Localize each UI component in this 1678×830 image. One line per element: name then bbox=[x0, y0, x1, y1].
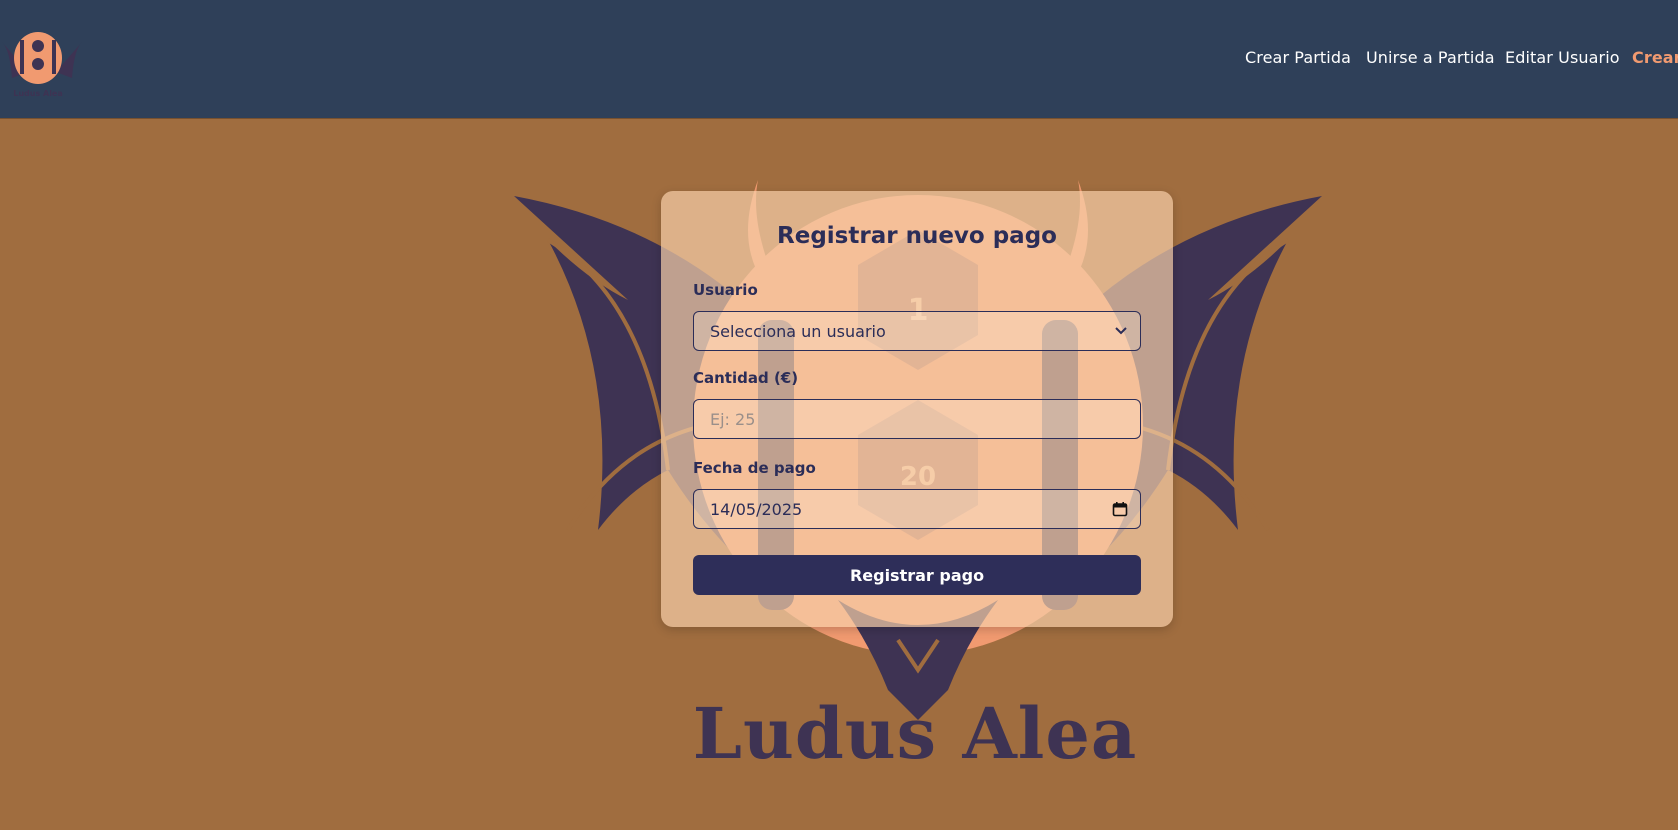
fecha-input[interactable]: 14/05/2025 bbox=[693, 489, 1141, 529]
nav-menu: Crear Partida Unirse a Partida Editar Us… bbox=[0, 0, 1678, 118]
top-navbar: Ludus Alea Crear Partida Unirse a Partid… bbox=[0, 0, 1678, 118]
payment-form-card: Registrar nuevo pago Usuario Selecciona … bbox=[661, 191, 1173, 627]
nav-unirse-partida[interactable]: Unirse a Partida bbox=[1366, 48, 1495, 67]
form-title: Registrar nuevo pago bbox=[777, 223, 1057, 249]
registrar-pago-button[interactable]: Registrar pago bbox=[693, 555, 1141, 595]
nav-editar-usuario[interactable]: Editar Usuario bbox=[1505, 48, 1620, 67]
nav-crear[interactable]: Crear bbox=[1632, 48, 1678, 67]
nav-crear-partida[interactable]: Crear Partida bbox=[1245, 48, 1351, 67]
cantidad-input[interactable]: Ej: 25 bbox=[693, 399, 1141, 439]
fecha-label: Fecha de pago bbox=[693, 459, 816, 477]
brand-title: Ludus Alea bbox=[692, 692, 1138, 775]
fecha-value: 14/05/2025 bbox=[710, 499, 803, 519]
calendar-icon[interactable] bbox=[1112, 501, 1128, 521]
usuario-selected-value: Selecciona un usuario bbox=[710, 321, 886, 341]
usuario-label: Usuario bbox=[693, 281, 758, 299]
cantidad-placeholder: Ej: 25 bbox=[710, 409, 756, 429]
usuario-select[interactable]: Selecciona un usuario bbox=[693, 311, 1141, 351]
chevron-down-icon bbox=[1114, 323, 1128, 342]
cantidad-label: Cantidad (€) bbox=[693, 369, 799, 387]
